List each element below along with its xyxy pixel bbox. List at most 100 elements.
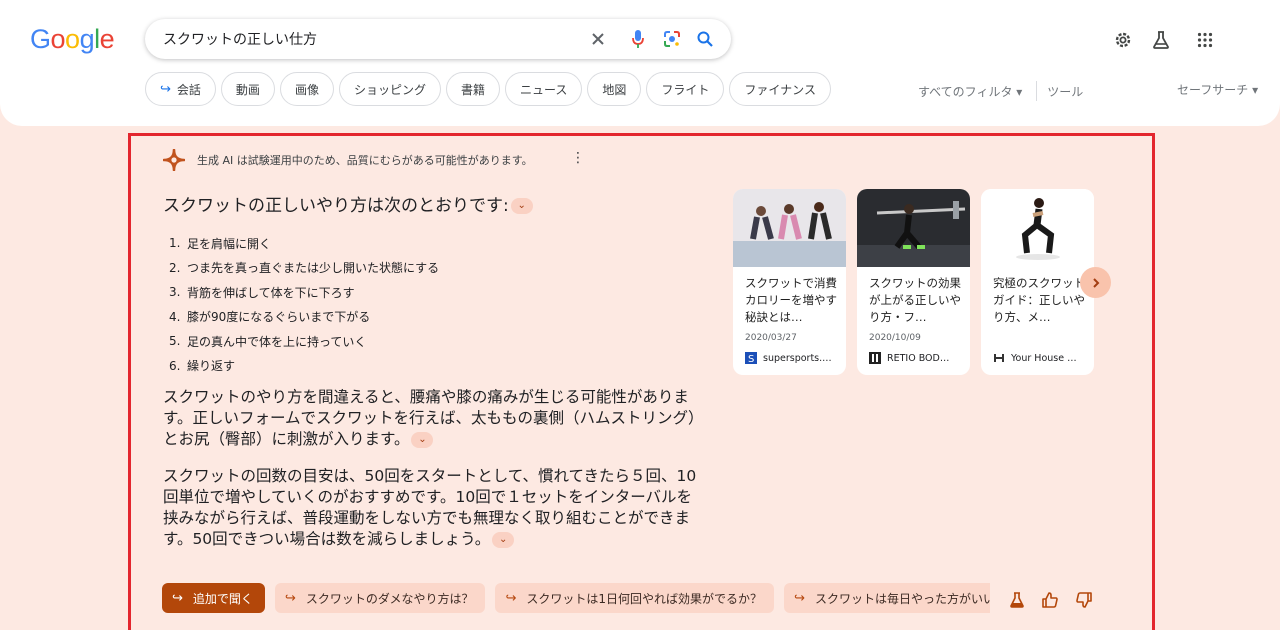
followup-label: スクワットは1日何回やれば効果がでるか？ xyxy=(526,591,763,606)
tab-label: 書籍 xyxy=(460,82,485,97)
card-source: RETIO BOD… xyxy=(869,352,965,364)
ai-overview-panel: 生成 AI は試験運用中のため、品質にむらがある可能性があります。 ⋮ スクワッ… xyxy=(128,133,1155,630)
settings-icon[interactable] xyxy=(1111,28,1135,52)
step-text: 繰り返す xyxy=(187,359,236,374)
followup-label: スクワットは毎日やった方がいい xyxy=(814,591,990,606)
tab-shopping[interactable]: ショッピング xyxy=(338,72,441,106)
source-card[interactable]: 究極のスクワットガイド：正しいやり方、メ… Your House … xyxy=(981,189,1094,375)
filter-bar: すべてのフィルタ ▾ ツール xyxy=(918,81,1083,101)
step-text: 足を肩幅に開く xyxy=(187,236,272,251)
steps-list: 1. 足を肩幅に開く 2. つま先を真っ直ぐまたは少し開いた状態にする 3. 背筋を伸… xyxy=(169,231,439,378)
chevron-right-icon xyxy=(1092,277,1099,288)
card-thumbnail xyxy=(857,189,970,267)
ai-paragraph: スクワットの回数の目安は、50回をスタートとして、慣れてきたら５回、10回単位で… xyxy=(163,466,703,550)
list-item: 4. 膝が90度になるぐらいまで下がる xyxy=(169,305,439,330)
expand-chevron-icon[interactable]: ⌄ xyxy=(492,531,515,548)
search-box[interactable]: スクワットの正しい仕方 xyxy=(145,19,731,59)
tools-button[interactable]: ツール xyxy=(1047,83,1083,100)
search-tabs: ↪ 会話 動画 画像 ショッピング 書籍 ニュース 地図 フライト ファイナンス xyxy=(145,72,831,106)
source-card[interactable]: スクワットで消費カロリーを増やす秘訣とは… 2020/03/27 S super… xyxy=(733,189,846,375)
next-cards-button[interactable] xyxy=(1080,267,1111,298)
card-date: 2020/10/09 xyxy=(869,333,921,343)
tab-flights[interactable]: フライト xyxy=(646,72,725,106)
tab-label: ニュース xyxy=(519,82,568,97)
list-item: 3. 背筋を伸ばして体を下に下ろす xyxy=(169,280,439,305)
ask-followup-button[interactable]: ↪ 追加で聞く xyxy=(162,583,265,613)
list-item: 2. つま先を真っ直ぐまたは少し開いた状態にする xyxy=(169,256,439,281)
search-icon[interactable] xyxy=(693,27,717,51)
paragraph-text: スクワットの回数の目安は、50回をスタートとして、慣れてきたら５回、10回単位で… xyxy=(163,467,697,548)
follow-arrow-icon: ↪ xyxy=(284,590,296,606)
card-title: スクワットの効果が上がる正しいやり方・フ… xyxy=(869,276,961,324)
google-logo[interactable]: Google xyxy=(30,24,115,55)
source-name: Your House … xyxy=(1011,352,1077,364)
search-input[interactable]: スクワットの正しい仕方 xyxy=(163,29,317,49)
card-title: スクワットで消費カロリーを増やす秘訣とは… xyxy=(745,276,837,324)
tab-label: 会話 xyxy=(176,82,201,97)
thumbs-up-icon[interactable] xyxy=(1041,591,1059,609)
card-title: 究極のスクワットガイド：正しいやり方、メ… xyxy=(993,276,1085,324)
followup-label: 追加で聞く xyxy=(192,591,253,606)
followup-suggestion[interactable]: ↪ スクワットは毎日やった方がいい xyxy=(784,583,990,613)
clear-icon[interactable] xyxy=(586,27,610,51)
list-number: 4. xyxy=(169,309,181,324)
follow-arrow-icon: ↪ xyxy=(505,590,517,606)
list-number: 2. xyxy=(169,260,181,275)
followup-suggestion[interactable]: ↪ スクワットは1日何回やれば効果がでるか？ xyxy=(495,583,775,613)
list-number: 6. xyxy=(169,358,181,373)
card-thumbnail xyxy=(733,189,846,267)
microphone-icon[interactable] xyxy=(626,27,650,51)
more-options-icon[interactable]: ⋮ xyxy=(571,150,585,166)
thumbs-down-icon[interactable] xyxy=(1075,591,1093,609)
list-item: 1. 足を肩幅に開く xyxy=(169,231,439,256)
safesearch-button[interactable]: セーフサーチ ▾ xyxy=(1177,81,1258,98)
tab-videos[interactable]: 動画 xyxy=(220,72,275,106)
search-header: Google スクワットの正しい仕方 ↪ 会話 動画 画像 ショッピング 書籍 ニ… xyxy=(0,0,1280,126)
labs-flask-icon[interactable] xyxy=(1149,28,1173,52)
svg-text:S: S xyxy=(748,354,754,364)
step-text: 足の真ん中で体を上に持っていく xyxy=(187,334,367,349)
list-item: 5. 足の真ん中で体を上に持っていく xyxy=(169,329,439,354)
tab-label: フライト xyxy=(661,82,710,97)
divider xyxy=(1036,81,1038,101)
logo-letter: o xyxy=(65,24,80,54)
followup-suggestion[interactable]: ↪ スクワットのダメなやり方は？ xyxy=(274,583,486,613)
tab-maps[interactable]: 地図 xyxy=(587,72,642,106)
tab-images[interactable]: 画像 xyxy=(279,72,334,106)
labs-flask-icon[interactable] xyxy=(1008,591,1026,609)
follow-arrow-icon: ↪ xyxy=(160,81,171,97)
logo-letter: e xyxy=(99,24,115,54)
tab-conversation[interactable]: ↪ 会話 xyxy=(145,72,216,106)
all-filters-button[interactable]: すべてのフィルタ ▾ xyxy=(918,83,1022,100)
site-favicon-icon xyxy=(869,352,881,364)
tab-label: 画像 xyxy=(294,82,319,97)
expand-chevron-icon[interactable]: ⌄ xyxy=(510,198,533,214)
disclaimer-text: 生成 AI は試験運用中のため、品質にむらがある可能性があります。 xyxy=(197,154,533,167)
source-card[interactable]: スクワットの効果が上がる正しいやり方・フ… 2020/10/09 RETIO B… xyxy=(857,189,970,375)
list-number: 1. xyxy=(169,236,181,251)
tab-label: ショッピング xyxy=(353,82,426,97)
logo-letter: G xyxy=(30,24,51,54)
follow-arrow-icon: ↪ xyxy=(172,590,183,606)
source-name: supersports.… xyxy=(763,352,832,364)
ai-intro: スクワットの正しいやり方は次のとおりです: ⌄ xyxy=(163,191,533,216)
ai-disclaimer: 生成 AI は試験運用中のため、品質にむらがある可能性があります。 xyxy=(162,148,533,172)
step-text: 背筋を伸ばして体を下に下ろす xyxy=(187,285,355,300)
followup-list: ↪ 追加で聞く ↪ スクワットのダメなやり方は？ ↪ スクワットは1日何回やれば効果が… xyxy=(162,583,990,613)
follow-arrow-icon: ↪ xyxy=(794,590,805,606)
card-source: S supersports.… xyxy=(745,352,841,364)
tab-books[interactable]: 書籍 xyxy=(445,72,500,106)
tab-label: 地図 xyxy=(602,82,627,97)
gemini-sparkle-icon xyxy=(162,148,186,172)
ai-paragraph: スクワットのやり方を間違えると、腰痛や膝の痛みが生じる可能性があります。正しいフ… xyxy=(163,387,703,450)
expand-chevron-icon[interactable]: ⌄ xyxy=(411,431,434,448)
tab-news[interactable]: ニュース xyxy=(504,72,583,106)
step-text: 膝が90度になるぐらいまで下がる xyxy=(187,310,371,325)
lens-icon[interactable] xyxy=(660,27,684,51)
tab-label: ファイナンス xyxy=(744,82,816,97)
apps-grid-icon[interactable] xyxy=(1193,28,1217,52)
card-source: Your House … xyxy=(993,352,1089,364)
intro-text: スクワットの正しいやり方は次のとおりです: xyxy=(163,196,509,216)
tab-finance[interactable]: ファイナンス xyxy=(729,72,831,106)
step-text: つま先を真っ直ぐまたは少し開いた状態にする xyxy=(187,261,440,276)
